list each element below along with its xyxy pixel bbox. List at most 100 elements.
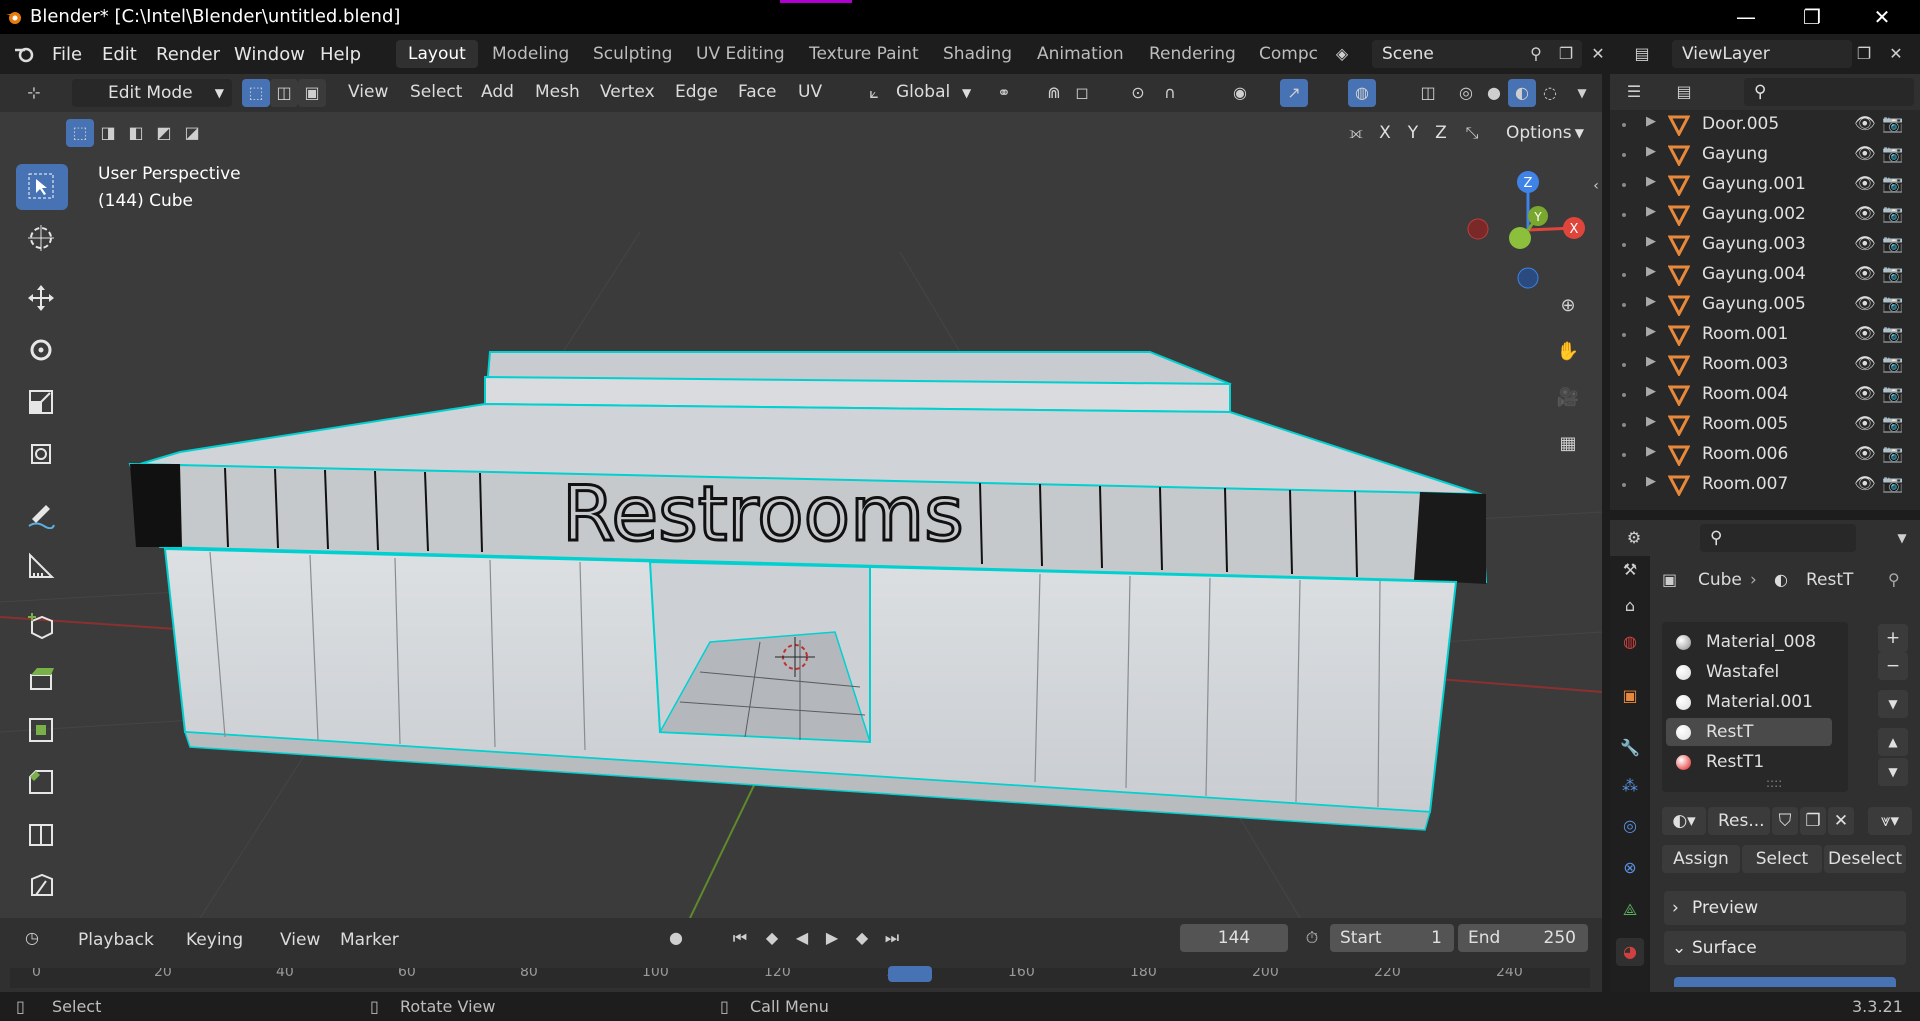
chevron-down-icon[interactable]: ▼ <box>1888 524 1916 552</box>
options-dropdown[interactable]: Options ▼ <box>1496 119 1592 147</box>
menu-select[interactable]: Select <box>410 82 462 102</box>
browse-material-icon[interactable]: ◐▾ <box>1662 807 1706 835</box>
camera-icon[interactable]: 📷 <box>1882 474 1903 494</box>
menu-window[interactable]: Window <box>234 44 305 65</box>
vertex-select-icon[interactable]: ⬚ <box>242 79 270 107</box>
pin-icon[interactable]: ⚲ <box>1888 570 1900 589</box>
measure-tool-button[interactable] <box>16 544 68 590</box>
menu-keying[interactable]: Keying <box>186 930 243 950</box>
eye-icon[interactable]: 👁 <box>1854 174 1876 194</box>
surface-panel-header[interactable]: ⌄ Surface <box>1664 931 1906 965</box>
start-frame-field[interactable]: Start 1 <box>1330 924 1454 952</box>
zoom-icon[interactable]: ⊕ <box>1554 292 1582 320</box>
tab-shading[interactable]: Shading <box>931 40 1024 68</box>
properties-search-input[interactable]: ⚲ <box>1700 524 1856 552</box>
select-box-extend-icon[interactable]: ◨ <box>94 119 122 147</box>
expand-arrow-icon[interactable]: ▶ <box>1646 384 1656 399</box>
view-layer-icon[interactable]: ▤ <box>1628 40 1656 68</box>
expand-arrow-icon[interactable]: ▶ <box>1646 174 1656 189</box>
duplicate-material-icon[interactable]: ❐ <box>1800 807 1826 835</box>
outliner-item[interactable]: ▶ Gayung.002 👁 📷 <box>1610 200 1920 230</box>
select-tool-button[interactable] <box>16 164 68 210</box>
snap-target-icon[interactable]: ◻ <box>1068 79 1096 107</box>
move-tool-button[interactable] <box>16 276 68 322</box>
jump-start-icon[interactable]: ⏮ <box>726 924 754 952</box>
falloff-icon[interactable]: ∩ <box>1156 79 1184 107</box>
auto-merge-icon[interactable]: ⤡ <box>1458 119 1486 147</box>
proportional-edit-icon[interactable]: ⊙ <box>1124 79 1152 107</box>
eye-icon[interactable]: 👁 <box>1854 144 1876 164</box>
tab-compositing[interactable]: Compc <box>1247 40 1317 68</box>
outliner-item[interactable]: ▶ Gayung.001 👁 📷 <box>1610 170 1920 200</box>
menu-view[interactable]: View <box>348 82 388 102</box>
camera-icon[interactable]: 📷 <box>1882 414 1903 434</box>
expand-arrow-icon[interactable]: ▶ <box>1646 324 1656 339</box>
mode-dropdown[interactable]: Edit Mode ▼ <box>72 79 232 107</box>
tab-layout[interactable]: Layout <box>396 40 478 68</box>
menu-uv[interactable]: UV <box>798 82 822 102</box>
material-tab-icon[interactable]: ◕ <box>1616 938 1644 966</box>
camera-icon[interactable]: 📷 <box>1882 114 1903 134</box>
navigation-gizmo[interactable]: Z X Y <box>1460 164 1590 294</box>
camera-icon[interactable]: 📷 <box>1882 294 1903 314</box>
overlays-icon[interactable]: ◍ <box>1348 79 1376 107</box>
outliner-item[interactable]: ▶ Room.003 👁 📷 <box>1610 350 1920 380</box>
eye-icon[interactable]: 👁 <box>1854 324 1876 344</box>
minimize-button[interactable]: — <box>1726 4 1766 30</box>
mirror-x-button[interactable]: X <box>1372 119 1398 147</box>
face-select-icon[interactable]: ▣ <box>298 79 326 107</box>
close-button[interactable]: ✕ <box>1862 4 1902 30</box>
annotate-tool-button[interactable] <box>16 492 68 538</box>
mirror-y-button[interactable]: Y <box>1400 119 1426 147</box>
expand-arrow-icon[interactable]: ▶ <box>1646 354 1656 369</box>
chevron-down-icon[interactable]: ▼ <box>1568 79 1596 107</box>
eye-icon[interactable]: 👁 <box>1854 474 1876 494</box>
pivot-point-icon[interactable]: ⚭ <box>990 79 1018 107</box>
maximize-button[interactable]: ❐ <box>1792 4 1832 30</box>
camera-view-icon[interactable]: 🎥 <box>1554 384 1582 412</box>
menu-add[interactable]: Add <box>481 82 514 102</box>
camera-icon[interactable]: 📷 <box>1882 324 1903 344</box>
tab-sculpting[interactable]: Sculpting <box>581 40 684 68</box>
add-slot-button[interactable]: + <box>1878 624 1908 652</box>
wireframe-shading-icon[interactable]: ◎ <box>1452 79 1480 107</box>
expand-arrow-icon[interactable]: ▶ <box>1646 144 1656 159</box>
camera-icon[interactable]: 📷 <box>1882 234 1903 254</box>
select-box-intersect-icon[interactable]: ◪ <box>178 119 206 147</box>
material-slot[interactable]: Material_008 <box>1666 628 1832 656</box>
menu-edit[interactable]: Edit <box>102 44 137 65</box>
3d-viewport[interactable]: Restrooms User Perspective (144) Cube ⬚ … <box>0 112 1602 918</box>
orientation-dropdown[interactable]: Global <box>896 82 950 102</box>
outliner-item[interactable]: ▶ Gayung 👁 📷 <box>1610 140 1920 170</box>
camera-icon[interactable]: 📷 <box>1882 144 1903 164</box>
menu-mesh[interactable]: Mesh <box>535 82 580 102</box>
outliner-item[interactable]: ▶ Gayung.005 👁 📷 <box>1610 290 1920 320</box>
menu-vertex[interactable]: Vertex <box>600 82 655 102</box>
extrude-tool-button[interactable] <box>16 656 68 702</box>
blender-menu-icon[interactable] <box>14 44 36 64</box>
camera-icon[interactable]: 📷 <box>1882 444 1903 464</box>
camera-icon[interactable]: 📷 <box>1882 384 1903 404</box>
eye-icon[interactable]: 👁 <box>1854 354 1876 374</box>
chevron-down-icon[interactable]: ▼ <box>1878 690 1908 718</box>
remove-slot-button[interactable]: − <box>1878 652 1908 680</box>
expand-arrow-icon[interactable]: ▶ <box>1646 114 1656 129</box>
expand-arrow-icon[interactable]: ▶ <box>1646 234 1656 249</box>
visibility-icon[interactable]: ◉ <box>1226 79 1254 107</box>
outliner-item[interactable]: ▶ Room.005 👁 📷 <box>1610 410 1920 440</box>
frame-ruler[interactable]: 020406080100120140160180200220240 <box>10 968 1590 988</box>
eye-icon[interactable]: 👁 <box>1854 444 1876 464</box>
menu-help[interactable]: Help <box>320 44 361 65</box>
view-layer-field[interactable]: ViewLayer <box>1672 40 1852 68</box>
material-slot[interactable]: Material.001 <box>1666 688 1832 716</box>
select-button[interactable]: Select <box>1742 845 1822 873</box>
expand-arrow-icon[interactable]: ▶ <box>1646 294 1656 309</box>
tab-uv-editing[interactable]: UV Editing <box>684 40 797 68</box>
eye-icon[interactable]: 👁 <box>1854 384 1876 404</box>
play-icon[interactable]: ▶ <box>818 924 846 952</box>
tab-texture-paint[interactable]: Texture Paint <box>797 40 931 68</box>
tab-rendering[interactable]: Rendering <box>1137 40 1248 68</box>
object-tab-icon[interactable]: ▣ <box>1616 682 1644 710</box>
snap-icon[interactable]: ⋒ <box>1040 79 1068 107</box>
inset-tool-button[interactable] <box>16 708 68 754</box>
